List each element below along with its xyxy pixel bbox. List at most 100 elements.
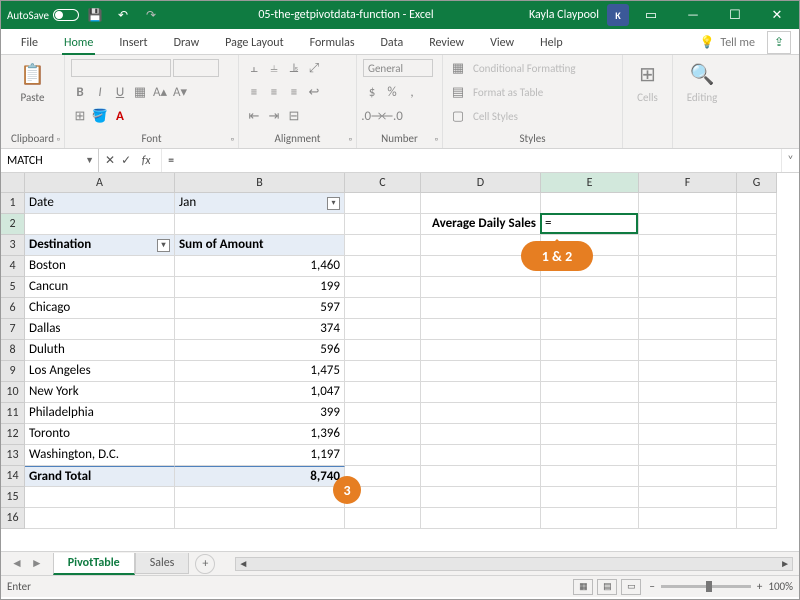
- cell-B1[interactable]: Jan▾: [175, 193, 345, 214]
- row-header-10[interactable]: 10: [1, 382, 25, 403]
- cell-G1[interactable]: [737, 193, 777, 214]
- cell-C16[interactable]: [345, 508, 421, 529]
- tab-data[interactable]: Data: [369, 32, 416, 54]
- cell-E13[interactable]: [541, 445, 639, 466]
- cell-A12[interactable]: Toronto: [25, 424, 175, 445]
- cell-D8[interactable]: [421, 340, 541, 361]
- cell-D5[interactable]: [421, 277, 541, 298]
- cell-B5[interactable]: 199: [175, 277, 345, 298]
- cell-D15[interactable]: [421, 487, 541, 508]
- cell-D1[interactable]: [421, 193, 541, 214]
- cell-C8[interactable]: [345, 340, 421, 361]
- chevron-down-icon[interactable]: ▼: [85, 155, 94, 166]
- cell-B16[interactable]: [175, 508, 345, 529]
- row-header-13[interactable]: 13: [1, 445, 25, 466]
- cell-C12[interactable]: [345, 424, 421, 445]
- cell-C6[interactable]: [345, 298, 421, 319]
- cell-E12[interactable]: [541, 424, 639, 445]
- cell-D14[interactable]: [421, 466, 541, 487]
- cell-A5[interactable]: Cancun: [25, 277, 175, 298]
- formula-input[interactable]: =: [162, 149, 781, 172]
- cell-F9[interactable]: [639, 361, 737, 382]
- minimize-icon[interactable]: —: [673, 1, 713, 29]
- sheet-nav-next-icon[interactable]: ►: [31, 556, 43, 571]
- cell-G14[interactable]: [737, 466, 777, 487]
- cell-G9[interactable]: [737, 361, 777, 382]
- col-header-G[interactable]: G: [737, 173, 777, 193]
- merge-icon[interactable]: ⊟: [285, 107, 303, 125]
- cell-E16[interactable]: [541, 508, 639, 529]
- number-format-select[interactable]: General: [363, 59, 433, 77]
- cell-B14[interactable]: 8,740: [175, 466, 345, 487]
- cell-E5[interactable]: [541, 277, 639, 298]
- col-header-F[interactable]: F: [639, 173, 737, 193]
- cell-G2[interactable]: [737, 214, 777, 235]
- autosave-toggle[interactable]: AutoSave: [7, 9, 79, 22]
- cell-A14[interactable]: Grand Total: [25, 466, 175, 487]
- cells-button[interactable]: ⊞ Cells: [629, 59, 666, 104]
- row-header-11[interactable]: 11: [1, 403, 25, 424]
- align-top-icon[interactable]: ⫠: [245, 59, 263, 77]
- cell-A13[interactable]: Washington, D.C.: [25, 445, 175, 466]
- cell-F5[interactable]: [639, 277, 737, 298]
- zoom-slider[interactable]: [661, 585, 751, 588]
- cell-B8[interactable]: 596: [175, 340, 345, 361]
- row-header-1[interactable]: 1: [1, 193, 25, 214]
- cell-F11[interactable]: [639, 403, 737, 424]
- percent-icon[interactable]: %: [383, 83, 401, 101]
- tab-insert[interactable]: Insert: [107, 32, 159, 54]
- tab-help[interactable]: Help: [528, 32, 575, 54]
- undo-icon[interactable]: ↶: [111, 3, 135, 27]
- cell-A2[interactable]: [25, 214, 175, 235]
- new-sheet-button[interactable]: +: [195, 554, 215, 574]
- cell-B3[interactable]: Sum of Amount: [175, 235, 345, 256]
- filter-icon[interactable]: ▾: [327, 197, 340, 210]
- cell-G8[interactable]: [737, 340, 777, 361]
- user-badge[interactable]: K: [607, 4, 629, 26]
- maximize-icon[interactable]: ☐: [715, 1, 755, 29]
- orientation-icon[interactable]: ⤢: [305, 59, 323, 77]
- cell-D13[interactable]: [421, 445, 541, 466]
- decrease-decimal-icon[interactable]: ←.0: [383, 107, 401, 125]
- cell-F10[interactable]: [639, 382, 737, 403]
- expand-formula-icon[interactable]: ˅: [781, 149, 799, 172]
- row-header-3[interactable]: 3: [1, 235, 25, 256]
- cell-styles-icon[interactable]: ▢: [449, 107, 467, 125]
- col-header-A[interactable]: A: [25, 173, 175, 193]
- bold-icon[interactable]: B: [71, 83, 89, 101]
- cell-C13[interactable]: [345, 445, 421, 466]
- cell-A3[interactable]: Destination▾: [25, 235, 175, 256]
- name-box[interactable]: MATCH ▼: [1, 149, 99, 172]
- cell-E8[interactable]: [541, 340, 639, 361]
- cell-B12[interactable]: 1,396: [175, 424, 345, 445]
- cell-B15[interactable]: [175, 487, 345, 508]
- tab-draw[interactable]: Draw: [162, 32, 212, 54]
- cell-G5[interactable]: [737, 277, 777, 298]
- row-header-6[interactable]: 6: [1, 298, 25, 319]
- cell-D7[interactable]: [421, 319, 541, 340]
- cell-C1[interactable]: [345, 193, 421, 214]
- cell-D10[interactable]: [421, 382, 541, 403]
- col-header-E[interactable]: E: [541, 173, 639, 193]
- decrease-indent-icon[interactable]: ⇤: [245, 107, 263, 125]
- page-break-view-icon[interactable]: ▭: [621, 579, 641, 595]
- cell-E1[interactable]: [541, 193, 639, 214]
- horizontal-scrollbar[interactable]: [235, 557, 793, 571]
- tab-formulas[interactable]: Formulas: [298, 32, 367, 54]
- select-all-corner[interactable]: [1, 173, 25, 193]
- increase-indent-icon[interactable]: ⇥: [265, 107, 283, 125]
- editing-button[interactable]: 🔍 Editing: [679, 59, 725, 104]
- cell-D2[interactable]: Average Daily Sales: [421, 214, 541, 235]
- borders-icon[interactable]: ⊞: [71, 107, 89, 125]
- conditional-formatting-icon[interactable]: ▦: [449, 59, 467, 77]
- row-header-14[interactable]: 14: [1, 466, 25, 487]
- cell-A15[interactable]: [25, 487, 175, 508]
- dialog-launcher-icon[interactable]: ▫: [57, 134, 60, 145]
- align-middle-icon[interactable]: ⫨: [265, 59, 283, 77]
- cell-A1[interactable]: Date: [25, 193, 175, 214]
- cell-C3[interactable]: [345, 235, 421, 256]
- tab-review[interactable]: Review: [417, 32, 476, 54]
- cell-B10[interactable]: 1,047: [175, 382, 345, 403]
- cell-styles-button[interactable]: Cell Styles: [473, 110, 518, 123]
- row-header-8[interactable]: 8: [1, 340, 25, 361]
